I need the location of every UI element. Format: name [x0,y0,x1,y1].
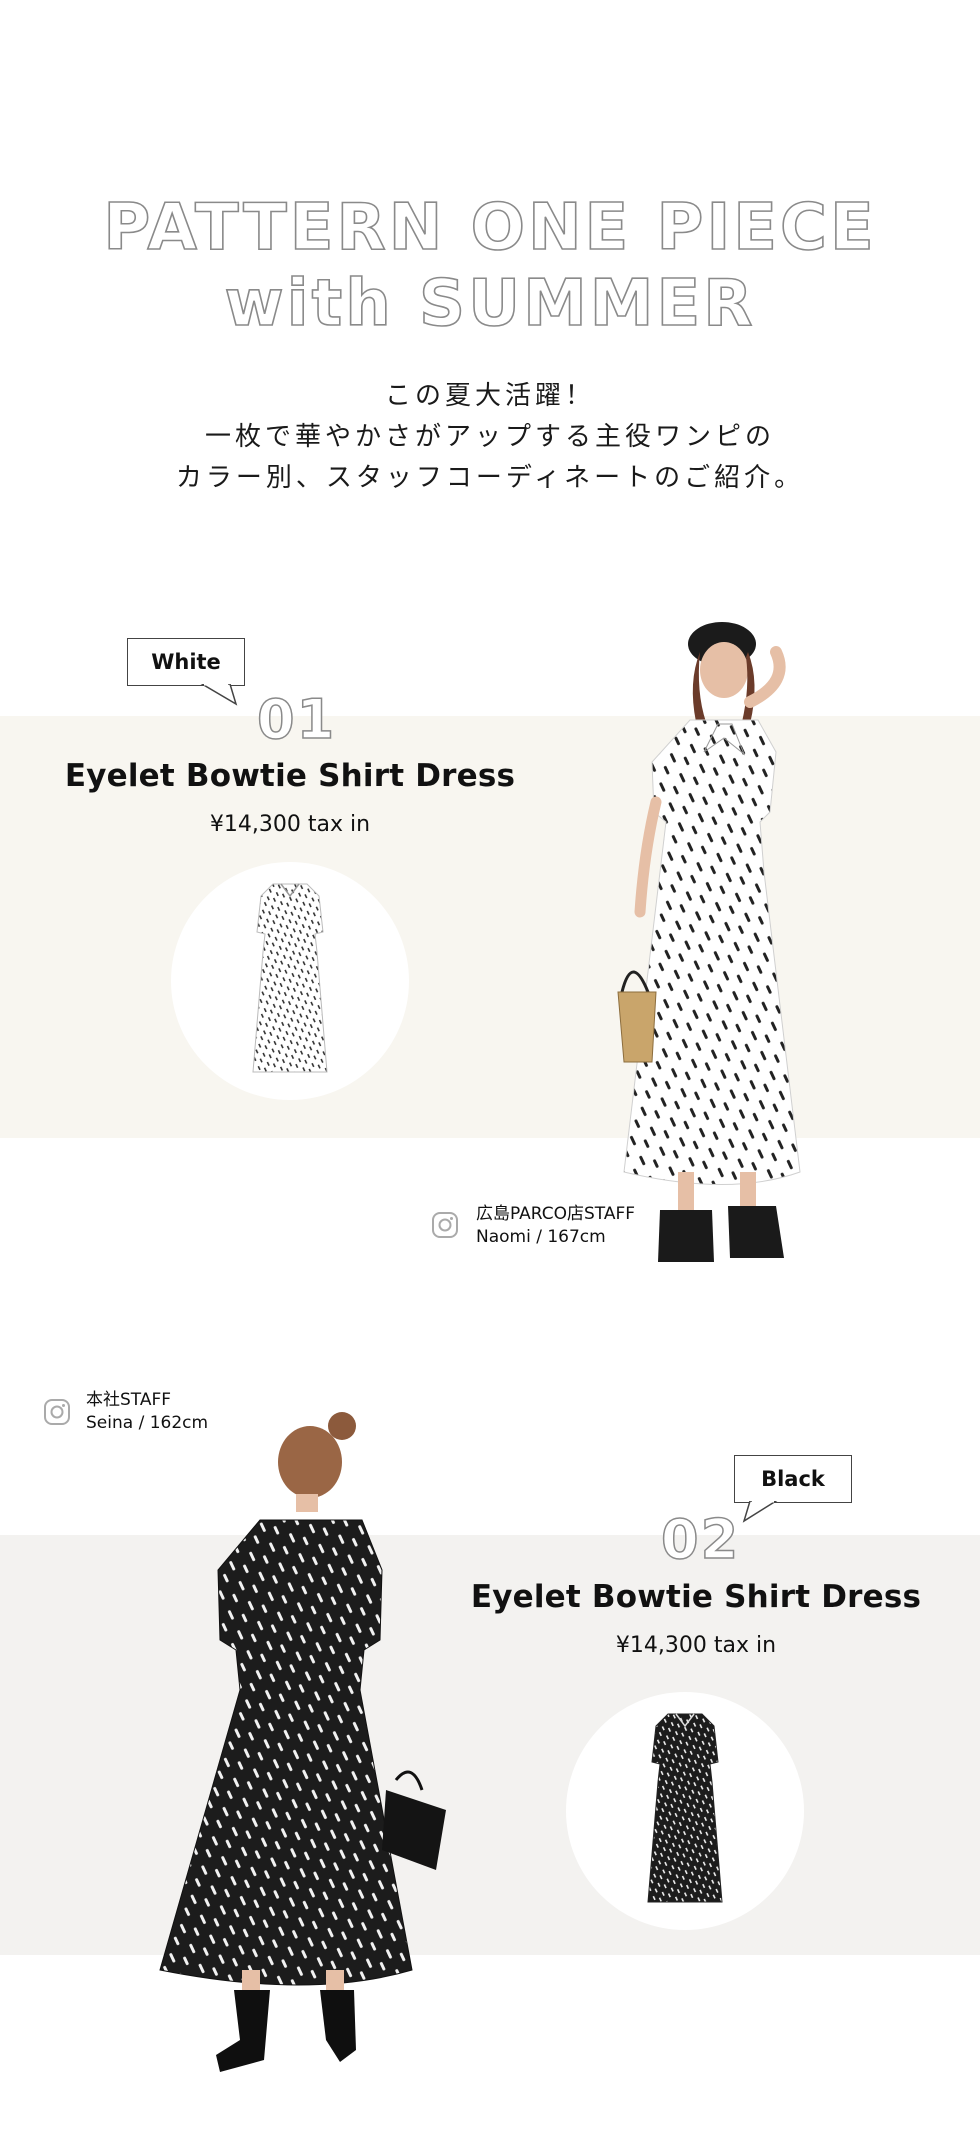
speech-bubble-tail [200,684,238,706]
hero-title-line1: PATTERN ONE PIECE [103,190,877,266]
color-tag-label: White [151,650,221,674]
product-name[interactable]: Eyelet Bowtie Shirt Dress [466,1579,926,1615]
dress-thumbnail-black [647,1713,723,1903]
staff-credit: 広島PARCO店STAFF Naomi / 167cm [476,1203,635,1249]
hero-copy-line3: カラー別、スタッフコーディネートのご紹介。 [175,463,805,493]
hero-copy: この夏大活躍！ 一枚で華やかさがアップする主役ワンピの カラー別、スタッフコーデ… [0,376,980,499]
speech-bubble-tail [742,1501,778,1523]
product-price: ¥14,300 tax in [209,812,371,837]
instagram-icon[interactable] [431,1211,459,1239]
product-thumbnail[interactable] [171,862,409,1100]
item-number: 02 [660,1507,741,1572]
model-photo-black-dress [159,1412,446,2072]
dress-thumbnail-white [252,883,328,1073]
product-thumbnail[interactable] [566,1692,804,1930]
product-name[interactable]: Eyelet Bowtie Shirt Dress [60,758,520,794]
staff-person: Naomi / 167cm [476,1227,606,1247]
color-tag-black: Black [734,1455,852,1503]
item-number: 01 [256,687,337,752]
hero-title-line2: with SUMMER [224,266,756,342]
color-tag-white: White [127,638,245,686]
hero-copy-line1: この夏大活躍！ [384,381,595,411]
staff-store: 広島PARCO店STAFF [476,1204,636,1224]
model-photo-white-dress [617,622,801,1262]
hero-title: PATTERN ONE PIECE with SUMMER [0,190,980,342]
hero-copy-line2: 一枚で華やかさがアップする主役ワンピの [204,422,775,452]
product-price: ¥14,300 tax in [615,1633,777,1658]
color-tag-label: Black [761,1467,825,1491]
instagram-icon[interactable] [43,1398,71,1426]
